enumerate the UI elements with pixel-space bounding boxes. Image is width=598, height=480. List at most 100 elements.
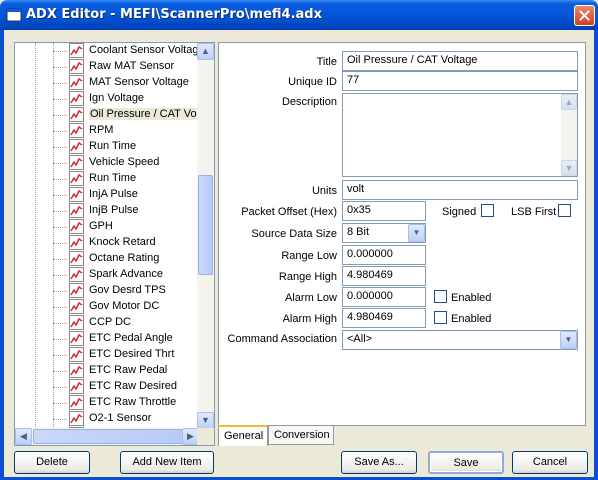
tree-connector (53, 275, 67, 276)
tree-item[interactable]: ETC Raw Throttle (53, 395, 199, 411)
tree-connector (53, 163, 67, 164)
title-bar[interactable]: ADX Editor - MEFI\ScannerPro\mefi4.adx (0, 0, 598, 30)
tree-connector (53, 179, 67, 180)
scroll-up-button[interactable]: ▲ (197, 43, 214, 60)
tree-item[interactable]: Spark Advance (53, 267, 199, 283)
description-label: Description (281, 96, 337, 108)
tree-item-label: InjB Pulse (89, 204, 139, 216)
tree-item[interactable]: Ign Voltage (53, 91, 199, 107)
tree-connector (53, 115, 67, 116)
chart-line-icon (69, 139, 84, 154)
tree-item[interactable]: ETC Desired Thrt (53, 347, 199, 363)
tree-connector (53, 99, 67, 100)
tree-item[interactable]: Gov Desrd TPS (53, 283, 199, 299)
tree-connector (53, 387, 67, 388)
tree-item[interactable]: MAT Sensor Voltage (53, 75, 199, 91)
title-field[interactable]: Oil Pressure / CAT Voltage (342, 51, 578, 71)
packet-offset-field[interactable]: 0x35 (342, 201, 426, 221)
chevron-down-icon[interactable]: ▼ (560, 331, 577, 349)
chart-line-icon (69, 299, 84, 314)
tree-connector (53, 67, 67, 68)
tree-item[interactable]: CCP DC (53, 315, 199, 331)
scroll-down-button[interactable]: ▼ (197, 412, 214, 429)
description-field[interactable]: ▲ ▼ (342, 93, 578, 177)
packet-offset-label: Packet Offset (Hex) (241, 206, 337, 218)
tree-item-label: CCP DC (89, 316, 131, 328)
command-association-label: Command Association (227, 333, 337, 345)
tree-item[interactable]: Knock Retard (53, 235, 199, 251)
alarm-high-label: Alarm High (282, 313, 337, 325)
tree-item-label: Octane Rating (89, 252, 160, 264)
tab-conversion[interactable]: Conversion (268, 425, 334, 445)
chart-line-icon (69, 363, 84, 378)
description-scrollbar[interactable]: ▲ ▼ (561, 94, 577, 176)
tree-item[interactable]: InjA Pulse (53, 187, 199, 203)
tree-item[interactable]: Vehicle Speed (53, 155, 199, 171)
delete-button[interactable]: Delete (14, 451, 90, 474)
tree-viewport: Coolant Sensor Voltage Raw MAT Sensor MAT … (15, 43, 199, 429)
tree-item[interactable]: Oil Pressure / CAT Voltage (53, 107, 199, 123)
save-button[interactable]: Save (428, 451, 504, 474)
tree-item[interactable]: Run Time (53, 139, 199, 155)
tree-item[interactable]: RPM (53, 123, 199, 139)
chevron-down-icon[interactable]: ▼ (408, 224, 425, 242)
tree-item-label: ETC Raw Desired (89, 380, 178, 392)
close-icon[interactable] (574, 5, 595, 26)
scroll-thumb-horizontal[interactable] (33, 429, 183, 444)
tree-item-label: ETC Pedal Angle (89, 332, 173, 344)
unique-id-label: Unique ID (288, 76, 337, 88)
tree-item[interactable]: InjB Pulse (53, 203, 199, 219)
tree-item[interactable]: O2-1 Sensor (53, 411, 199, 427)
tree-item[interactable]: Gov Motor DC (53, 299, 199, 315)
window-title: ADX Editor - MEFI\ScannerPro\mefi4.adx (26, 7, 322, 22)
tree-item[interactable]: Raw MAT Sensor (53, 59, 199, 75)
alarm-high-field[interactable]: 4.980469 (342, 308, 426, 328)
alarm-high-enabled-checkbox[interactable] (434, 311, 447, 324)
tree-item[interactable]: ETC Pedal Angle (53, 331, 199, 347)
range-high-field[interactable]: 4.980469 (342, 266, 426, 286)
tree-item[interactable]: Octane Rating (53, 251, 199, 267)
lsb-first-label: LSB First (511, 206, 557, 218)
lsb-first-checkbox[interactable] (558, 204, 571, 217)
tree-item-label: Raw MAT Sensor (89, 60, 175, 72)
scroll-thumb[interactable] (198, 175, 213, 275)
chart-line-icon (69, 171, 84, 186)
item-tree[interactable]: Coolant Sensor Voltage Raw MAT Sensor MAT … (14, 42, 215, 446)
tree-connector (53, 339, 67, 340)
tab-general[interactable]: General (218, 425, 268, 446)
tree-horizontal-scrollbar[interactable]: ◀ ▶ (15, 428, 199, 445)
signed-checkbox[interactable] (481, 204, 494, 217)
chart-line-icon (69, 187, 84, 202)
tree-item-label: Ign Voltage (89, 92, 145, 104)
units-field[interactable]: volt (342, 180, 578, 200)
tree-item[interactable]: Run Time (53, 171, 199, 187)
alarm-low-field[interactable]: 0.000000 (342, 287, 426, 307)
alarm-low-enabled-checkbox[interactable] (434, 290, 447, 303)
tree-vertical-scrollbar[interactable]: ▲ ▼ (197, 43, 214, 429)
cancel-button[interactable]: Cancel (512, 451, 588, 474)
tree-item-label: GPH (89, 220, 113, 232)
tree-item[interactable]: Coolant Sensor Voltage (53, 43, 199, 59)
chart-line-icon (69, 315, 84, 330)
command-association-select[interactable]: <All> ▼ (342, 330, 578, 350)
scroll-down-button[interactable]: ▼ (561, 160, 577, 176)
unique-id-field[interactable]: 77 (342, 71, 578, 91)
tree-connector (53, 259, 67, 260)
tree-item-label: Spark Advance (89, 268, 163, 280)
scroll-up-button[interactable]: ▲ (561, 94, 577, 110)
tree-item[interactable]: ETC Raw Pedal (53, 363, 199, 379)
range-low-field[interactable]: 0.000000 (342, 245, 426, 265)
source-data-size-select[interactable]: 8 Bit ▼ (342, 223, 426, 243)
tree-item-label: Vehicle Speed (89, 156, 160, 168)
tree-item[interactable]: ETC Raw Desired (53, 379, 199, 395)
tree-item-label: ETC Raw Throttle (89, 396, 177, 408)
tree-item[interactable]: GPH (53, 219, 199, 235)
range-high-label: Range High (278, 271, 337, 283)
add-new-item-button[interactable]: Add New Item (120, 451, 214, 474)
scroll-left-button[interactable]: ◀ (15, 428, 32, 445)
save-as-button[interactable]: Save As... (341, 451, 417, 474)
tree-connector (53, 147, 67, 148)
tree-connector (53, 195, 67, 196)
window-frame-left (0, 30, 4, 480)
tree-guide-line (35, 43, 36, 429)
